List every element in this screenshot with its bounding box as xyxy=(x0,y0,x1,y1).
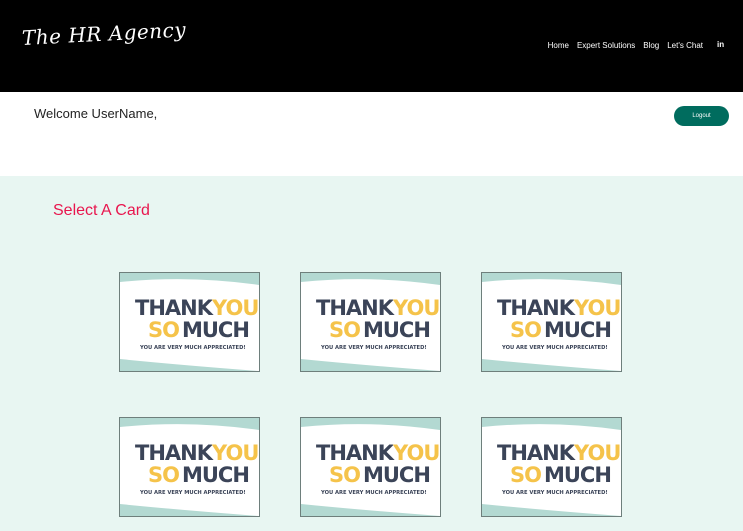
thank-you-card-5[interactable]: THANKYOU SO MUCH YOU ARE VERY MUCH APPREC… xyxy=(300,417,441,517)
card-artwork: THANKYOU SO MUCH YOU ARE VERY MUCH APPREC… xyxy=(120,273,259,371)
card-headline-line1: THANKYOU xyxy=(135,441,258,465)
card-headline-line2: SO MUCH xyxy=(329,318,430,342)
welcome-message: Welcome UserName, xyxy=(34,106,158,121)
site-logo[interactable]: The HR Agency xyxy=(21,17,186,50)
card-bottom-wave xyxy=(120,504,259,516)
nav-expert-solutions[interactable]: Expert Solutions xyxy=(577,41,635,50)
card-subtitle: YOU ARE VERY MUCH APPRECIATED! xyxy=(320,490,427,496)
thank-you-card-2[interactable]: THANKYOU SO MUCH YOU ARE VERY MUCH APPREC… xyxy=(300,272,441,372)
nav-lets-chat[interactable]: Let's Chat xyxy=(667,41,703,50)
card-headline-line1: THANKYOU xyxy=(135,296,258,320)
card-headline-line2: SO MUCH xyxy=(148,463,249,487)
thank-you-card-6[interactable]: THANKYOU SO MUCH YOU ARE VERY MUCH APPREC… xyxy=(481,417,622,517)
site-header: The HR Agency Home Expert Solutions Blog… xyxy=(0,0,743,92)
card-headline-line1: THANKYOU xyxy=(497,441,620,465)
main-nav: Home Expert Solutions Blog Let's Chat xyxy=(548,41,703,50)
card-top-wave xyxy=(120,418,259,430)
card-top-wave xyxy=(301,418,440,430)
card-subtitle: YOU ARE VERY MUCH APPRECIATED! xyxy=(139,490,246,496)
card-bottom-wave xyxy=(301,359,440,371)
thank-you-card-3[interactable]: THANKYOU SO MUCH YOU ARE VERY MUCH APPREC… xyxy=(481,272,622,372)
card-headline-line2: SO MUCH xyxy=(510,318,611,342)
card-top-wave xyxy=(482,418,621,430)
card-artwork: THANKYOU SO MUCH YOU ARE VERY MUCH APPREC… xyxy=(482,418,621,516)
card-headline-line1: THANKYOU xyxy=(316,441,439,465)
card-headline-line1: THANKYOU xyxy=(316,296,439,320)
logout-button[interactable]: Logout xyxy=(674,106,729,126)
card-bottom-wave xyxy=(482,504,621,516)
card-bottom-wave xyxy=(301,504,440,516)
thank-you-card-4[interactable]: THANKYOU SO MUCH YOU ARE VERY MUCH APPREC… xyxy=(119,417,260,517)
card-artwork: THANKYOU SO MUCH YOU ARE VERY MUCH APPREC… xyxy=(301,418,440,516)
section-title: Select A Card xyxy=(53,202,150,219)
card-subtitle: YOU ARE VERY MUCH APPRECIATED! xyxy=(501,490,608,496)
card-artwork: THANKYOU SO MUCH YOU ARE VERY MUCH APPREC… xyxy=(301,273,440,371)
card-top-wave xyxy=(482,273,621,285)
card-subtitle: YOU ARE VERY MUCH APPRECIATED! xyxy=(501,345,608,351)
card-artwork: THANKYOU SO MUCH YOU ARE VERY MUCH APPREC… xyxy=(482,273,621,371)
card-subtitle: YOU ARE VERY MUCH APPRECIATED! xyxy=(139,345,246,351)
card-top-wave xyxy=(301,273,440,285)
card-headline-line2: SO MUCH xyxy=(148,318,249,342)
card-headline-line2: SO MUCH xyxy=(329,463,430,487)
linkedin-icon[interactable]: in xyxy=(717,40,724,49)
card-artwork: THANKYOU SO MUCH YOU ARE VERY MUCH APPREC… xyxy=(120,418,259,516)
card-headline-line2: SO MUCH xyxy=(510,463,611,487)
card-selection-section: Select A Card THANKYOU SO MUCH YOU ARE VE… xyxy=(0,176,743,531)
card-top-wave xyxy=(120,273,259,285)
nav-blog[interactable]: Blog xyxy=(643,41,659,50)
nav-home[interactable]: Home xyxy=(548,41,569,50)
card-headline-line1: THANKYOU xyxy=(497,296,620,320)
card-subtitle: YOU ARE VERY MUCH APPRECIATED! xyxy=(320,345,427,351)
card-bottom-wave xyxy=(482,359,621,371)
thank-you-card-1[interactable]: THANKYOU SO MUCH YOU ARE VERY MUCH APPREC… xyxy=(119,272,260,372)
card-bottom-wave xyxy=(120,359,259,371)
